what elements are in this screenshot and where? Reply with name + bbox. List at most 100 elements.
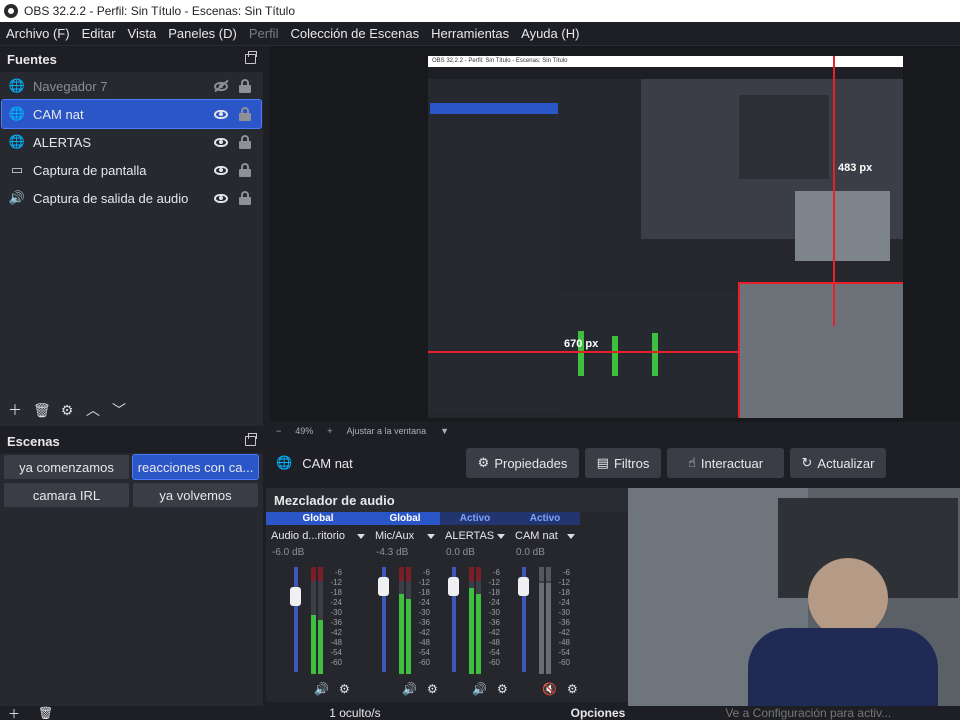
channel-name-dropdown[interactable]: Mic/Aux xyxy=(370,525,440,547)
menu-bar: Archivo (F) Editar Vista Paneles (D) Per… xyxy=(0,22,960,46)
menu-archivo[interactable]: Archivo (F) xyxy=(0,26,76,41)
db-scale-tick: -12 xyxy=(330,578,342,587)
speaker-icon[interactable]: 🔊 xyxy=(402,682,417,696)
scene-button[interactable]: ya comenzamos xyxy=(4,455,129,479)
level-meter xyxy=(469,567,474,674)
db-scale-tick: -60 xyxy=(418,658,430,667)
channel-name-dropdown[interactable]: CAM nat xyxy=(510,525,580,547)
chevron-down-icon xyxy=(567,533,575,539)
db-scale-tick: -48 xyxy=(488,638,500,647)
channel-controls: 🔇 ⚙ xyxy=(542,682,578,696)
source-item[interactable]: 🌐 CAM nat xyxy=(1,99,262,129)
db-scale-tick: -60 xyxy=(558,658,570,667)
nested-title: OBS 32.2.2 - Perfil: Sin Título - Escena… xyxy=(428,56,903,67)
menu-ayuda[interactable]: Ayuda (H) xyxy=(515,26,585,41)
volume-slider-handle[interactable] xyxy=(448,577,459,596)
db-scale: -6 -12 -18 -24 -30 -36 -42 -48 -54 -60 xyxy=(552,568,570,668)
source-item[interactable]: 🌐 ALERTAS xyxy=(2,128,261,156)
level-meter xyxy=(476,567,481,674)
scenes-title: Escenas xyxy=(7,433,60,449)
channel-scope-tag: Activo xyxy=(510,512,580,525)
scenes-dock-header: Escenas xyxy=(0,428,263,454)
speaker-icon[interactable]: 🔊 xyxy=(314,682,329,696)
filters-button[interactable]: ▤ Filtros xyxy=(585,448,661,478)
nested-obs-preview: OBS 32.2.2 - Perfil: Sin Título - Escena… xyxy=(428,56,903,418)
preview-canvas[interactable]: OBS 32.2.2 - Perfil: Sin Título - Escena… xyxy=(270,46,960,422)
eye-icon[interactable] xyxy=(213,164,229,176)
scene-button[interactable]: ya volvemos xyxy=(133,483,258,507)
volume-slider-handle[interactable] xyxy=(290,587,301,606)
db-scale: -6 -12 -18 -24 -30 -36 -42 -48 -54 -60 xyxy=(324,568,342,668)
source-properties-gear-icon[interactable]: ⚙ xyxy=(59,402,75,419)
volume-slider-handle[interactable] xyxy=(518,577,529,596)
menu-perfil[interactable]: Perfil xyxy=(243,26,285,41)
refresh-icon: ↻ xyxy=(801,455,813,470)
eye-icon[interactable] xyxy=(213,108,229,120)
speaker-icon[interactable]: 🔊 xyxy=(472,682,487,696)
menu-editar[interactable]: Editar xyxy=(76,26,122,41)
hidden-count: 1 oculto/s xyxy=(329,706,381,720)
lock-icon[interactable] xyxy=(239,107,251,121)
globe-icon: 🌐 xyxy=(8,134,26,149)
properties-button[interactable]: ⚙ Propiedades xyxy=(466,448,579,478)
interact-button[interactable]: ☝ Interactuar xyxy=(667,448,784,478)
zoom-level: 49% xyxy=(295,426,314,436)
mixer-header: Mezclador de audio xyxy=(266,488,628,512)
menu-coleccion-escenas[interactable]: Colección de Escenas xyxy=(284,26,425,41)
add-scene-icon[interactable]: ＋ xyxy=(8,705,20,720)
context-source: 🌐 CAM nat xyxy=(276,455,466,471)
channel-scope-tag: Activo xyxy=(440,512,510,525)
muted-speaker-icon[interactable]: 🔇 xyxy=(542,682,557,696)
db-scale-tick: -42 xyxy=(418,628,430,637)
channel-name-dropdown[interactable]: Audio d...ritorio xyxy=(266,525,370,547)
options-button[interactable]: Opciones xyxy=(571,706,626,720)
mixer-channel: Activo ALERTAS 0.0 dB -6 -12 -18 -24 -30 -36 -42-… xyxy=(440,512,510,702)
source-item[interactable]: ▭ Captura de pantalla xyxy=(2,156,261,184)
scene-button-active[interactable]: reacciones con ca... xyxy=(132,454,259,480)
zoom-out-button[interactable]: − xyxy=(276,426,281,436)
channel-name-dropdown[interactable]: ALERTAS xyxy=(440,525,510,547)
remove-scene-icon[interactable]: 🗑 xyxy=(38,706,53,720)
undock-icon[interactable] xyxy=(245,51,257,64)
db-scale-tick: -60 xyxy=(488,658,500,667)
eye-slash-icon[interactable] xyxy=(213,80,229,92)
menu-vista[interactable]: Vista xyxy=(122,26,163,41)
move-up-icon[interactable]: ︿ xyxy=(85,400,101,420)
refresh-button[interactable]: ↻ Actualizar xyxy=(790,448,886,478)
menu-herramientas[interactable]: Herramientas xyxy=(425,26,515,41)
eye-icon[interactable] xyxy=(213,192,229,204)
source-item[interactable]: 🌐 Navegador 7 xyxy=(2,72,261,100)
source-label: Captura de pantalla xyxy=(33,162,147,178)
remove-source-icon[interactable]: 🗑 xyxy=(33,402,51,419)
volume-slider-handle[interactable] xyxy=(378,577,389,596)
undock-icon[interactable] xyxy=(245,433,257,446)
source-item[interactable]: 🔊 Captura de salida de audio xyxy=(2,184,261,212)
lock-icon[interactable] xyxy=(239,79,251,93)
channel-name: ALERTAS xyxy=(445,530,495,542)
menu-paneles[interactable]: Paneles (D) xyxy=(162,26,243,41)
level-meter xyxy=(546,567,551,674)
fit-window-button[interactable]: Ajustar a la ventana xyxy=(347,426,427,436)
db-scale-tick: -30 xyxy=(330,608,342,617)
chevron-down-icon[interactable]: ▼ xyxy=(440,426,449,436)
db-scale-tick: -30 xyxy=(488,608,500,617)
add-source-icon[interactable]: ＋ xyxy=(7,400,23,420)
source-label: CAM nat xyxy=(33,106,84,122)
size-label: 483 px xyxy=(838,162,873,174)
channel-config-icon[interactable]: ⚙ xyxy=(567,682,578,696)
lock-icon[interactable] xyxy=(239,191,251,205)
move-down-icon[interactable]: ﹀ xyxy=(111,400,127,420)
zoom-in-button[interactable]: + xyxy=(327,426,332,436)
scene-button[interactable]: camara IRL xyxy=(4,483,129,507)
db-scale-tick: -54 xyxy=(488,648,500,657)
channel-config-icon[interactable]: ⚙ xyxy=(497,682,508,696)
eye-icon[interactable] xyxy=(213,136,229,148)
volume-slider[interactable] xyxy=(294,567,298,672)
db-scale-tick: -42 xyxy=(558,628,570,637)
db-scale-tick: -54 xyxy=(330,648,342,657)
channel-config-icon[interactable]: ⚙ xyxy=(427,682,438,696)
channel-volume-db: 0.0 dB xyxy=(516,547,545,558)
channel-config-icon[interactable]: ⚙ xyxy=(339,682,350,696)
lock-icon[interactable] xyxy=(239,163,251,177)
lock-icon[interactable] xyxy=(239,135,251,149)
